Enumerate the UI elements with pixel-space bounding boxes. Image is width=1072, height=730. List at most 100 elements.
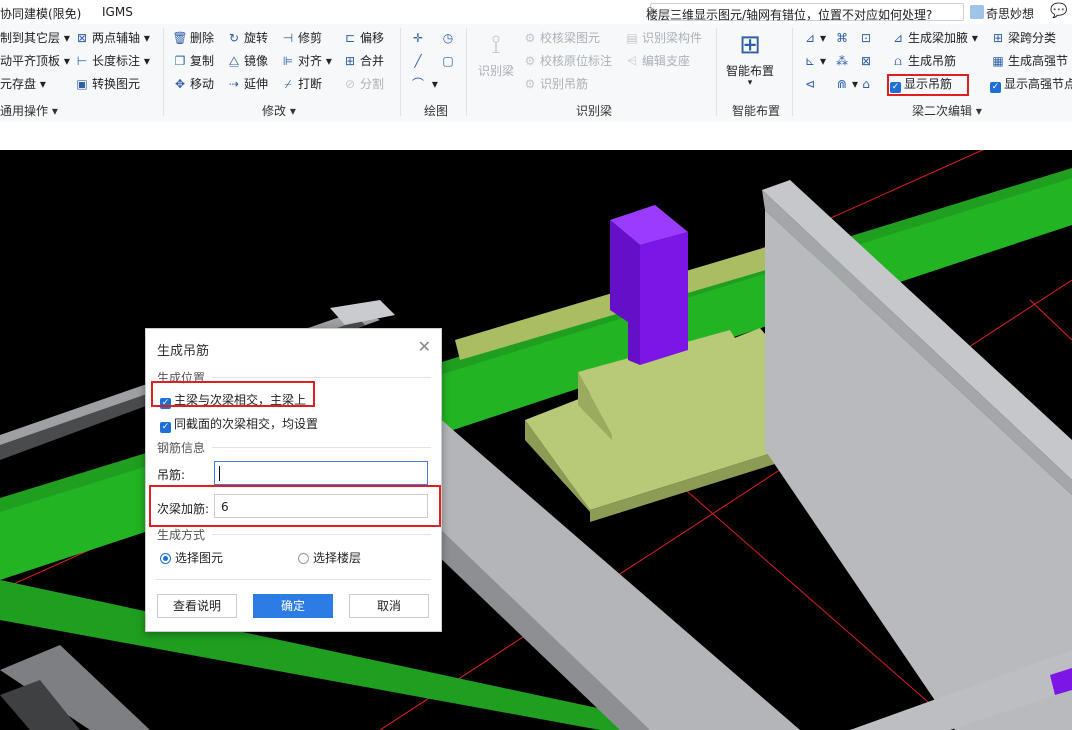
rotate-icon: ↻ — [228, 31, 240, 45]
close-icon[interactable]: ✕ — [418, 337, 431, 356]
beam-tool-g[interactable]: ⊲ — [802, 76, 820, 92]
trim-button[interactable]: ⊣ 修剪 — [280, 30, 322, 46]
mirror-button[interactable]: ⧋ 镜像 — [226, 53, 268, 69]
trim-icon: ⊣ — [282, 31, 294, 45]
beam-tool-d[interactable]: ⊾ ▾ — [802, 53, 826, 69]
rect-icon: ▢ — [442, 54, 454, 68]
gen-hanger-button[interactable]: ⩍ 生成吊筋 — [890, 53, 956, 69]
move-button[interactable]: ✥ 移动 — [172, 76, 214, 92]
highlight-secondary-rebar — [149, 485, 441, 527]
beam-tool-h[interactable]: ⋒ ▾ — [834, 76, 858, 92]
hanger-input[interactable] — [214, 461, 428, 485]
beam-tool-icon: ⊲ — [804, 77, 816, 91]
user-name[interactable]: 奇思妙想 — [986, 5, 1034, 22]
align-slab-button[interactable]: 动平齐顶板 ▾ — [0, 53, 70, 69]
ruler-icon: ⊢ — [76, 54, 88, 68]
hanger-icon: ⚙ — [524, 77, 536, 91]
break-button[interactable]: ⌿ 打断 — [280, 76, 322, 92]
group-label-modify: 修改 ▾ — [262, 104, 296, 118]
delete-button[interactable]: 🗑 删除 — [172, 30, 214, 46]
merge-icon: ⊞ — [344, 54, 356, 68]
avatar[interactable] — [970, 5, 984, 19]
convert-element-button[interactable]: ▣ 转换图元 — [74, 76, 140, 92]
tab-igms[interactable]: IGMS — [102, 5, 133, 19]
point-icon: ✛ — [412, 31, 424, 45]
copy-icon: ❐ — [174, 54, 186, 68]
copy-button[interactable]: ❐ 复制 — [172, 53, 214, 69]
divider — [212, 377, 431, 378]
show-high-strength-checkbox[interactable]: ✓ 显示高强节点 — [990, 76, 1072, 93]
convert-icon: ▣ — [76, 77, 88, 91]
toolbar-gap — [0, 122, 1072, 150]
tab-collab-modeling[interactable]: 协同建模(限免) — [0, 5, 81, 22]
line-icon: ╱ — [414, 54, 422, 68]
same-section-checkbox[interactable]: ✓ 同截面的次梁相交，均设置 — [160, 415, 318, 433]
group-label-common: 通用操作 ▾ — [0, 104, 58, 118]
beam-tool-f[interactable]: ⊠ — [858, 53, 876, 69]
check-beam-element-button[interactable]: ⚙ 校核梁图元 — [522, 30, 600, 46]
identify-hanger-button[interactable]: ⚙ 识别吊筋 — [522, 76, 588, 92]
arc-draw-button[interactable]: ⌒ ▾ — [410, 76, 438, 92]
copy-to-floor-button[interactable]: 制到其它层 ▾ — [0, 30, 70, 46]
support-icon: ⩤ — [627, 54, 637, 68]
cancel-button[interactable]: 取消 — [349, 594, 429, 618]
gen-beam-haunch-button[interactable]: ⊿ 生成梁加腋 ▾ — [890, 30, 978, 46]
edit-support-button[interactable]: ⩤ 编辑支座 — [624, 53, 690, 69]
group-separator — [400, 28, 401, 116]
point-draw-button[interactable]: ✛ — [410, 30, 428, 46]
haunch-icon: ⊿ — [892, 31, 904, 45]
gen-high-strength-node-button[interactable]: ▦ 生成高强节 — [990, 53, 1068, 69]
group-label-draw: 绘图 — [424, 104, 449, 118]
beam-tool-i[interactable]: ⌂ — [858, 76, 876, 92]
hanger-field-label: 吊筋: — [157, 468, 186, 482]
beam-tool-a[interactable]: ⊿ ▾ — [802, 30, 826, 46]
radio-select-floor[interactable]: 选择楼层 — [298, 549, 361, 566]
beam-tool-e[interactable]: ⁂ — [834, 53, 852, 69]
beam-tool-b[interactable]: ⌘ — [834, 30, 852, 46]
offset-button[interactable]: ⊏ 偏移 — [342, 30, 384, 46]
radio-select-element[interactable]: 选择图元 — [160, 549, 223, 566]
title-bar: 协同建模(限免) IGMS 楼层三维显示图元/轴网有错位，位置不对应如何处理? … — [0, 0, 1072, 24]
beam-span-class-button[interactable]: ⊞ 梁跨分类 — [990, 30, 1056, 46]
extend-button[interactable]: ⇢ 延伸 — [226, 76, 268, 92]
beam-tool-icon: ⊡ — [860, 31, 872, 45]
help-search-box[interactable]: 楼层三维显示图元/轴网有错位，位置不对应如何处理? ⚲ — [646, 3, 964, 22]
split-icon: ⊘ — [344, 77, 356, 91]
group-label-smart: 智能布置 — [732, 104, 781, 118]
rotate-button[interactable]: ↻ 旋转 — [226, 30, 268, 46]
help-button[interactable]: 查看说明 — [157, 594, 237, 618]
length-dim-button[interactable]: ⊢ 长度标注 ▾ — [74, 53, 150, 69]
offset-icon: ⊏ — [344, 31, 356, 45]
smart-layout-button[interactable]: ⊞ 智能布置 ▾ — [722, 28, 778, 88]
identify-beam-button[interactable]: ⟟ 识别梁 — [474, 28, 518, 79]
text-caret — [219, 466, 220, 481]
circle-draw-button[interactable]: ◷ — [440, 30, 458, 46]
search-icon[interactable]: ⚲ — [646, 5, 959, 18]
line-draw-button[interactable]: ╱ — [410, 53, 428, 69]
two-point-axis-button[interactable]: ⊠ 两点辅轴 ▾ — [74, 30, 150, 46]
group-separator — [466, 28, 467, 116]
radio-off-icon — [298, 553, 309, 564]
check-in-situ-label-button[interactable]: ⚙ 校核原位标注 — [522, 53, 612, 69]
merge-button[interactable]: ⊞ 合并 — [342, 53, 384, 69]
component-icon: ▤ — [626, 31, 638, 45]
split-button[interactable]: ⊘ 分割 — [342, 76, 384, 92]
checkbox-checked-icon: ✓ — [160, 422, 171, 433]
arc-icon: ⌒ — [411, 77, 424, 91]
divider — [156, 579, 431, 580]
ok-button[interactable]: 确定 — [253, 594, 333, 618]
rect-draw-button[interactable]: ▢ — [440, 53, 458, 69]
beam-tool-c[interactable]: ⊡ — [858, 30, 876, 46]
identify-beam-component-button[interactable]: ▤ 识别梁构件 — [624, 30, 702, 46]
group-separator — [716, 28, 717, 116]
smart-layout-icon: ⊞ — [739, 30, 761, 60]
mirror-icon: ⧋ — [228, 54, 240, 68]
align-button[interactable]: ⊫ 对齐 ▾ — [280, 53, 332, 69]
chat-icon[interactable]: 💬 — [1050, 3, 1067, 19]
save-element-button[interactable]: 元存盘 ▾ — [0, 76, 46, 92]
generate-hanger-dialog: 生成吊筋 ✕ 生成位置 ✓ 主梁与次梁相交，主梁上 ✓ 同截面的次梁相交，均设置 钢… — [145, 328, 442, 632]
node-icon: ▦ — [992, 54, 1004, 68]
radio-on-icon — [160, 553, 171, 564]
circle-icon: ◷ — [442, 31, 454, 45]
label-icon: ⚙ — [524, 54, 536, 68]
